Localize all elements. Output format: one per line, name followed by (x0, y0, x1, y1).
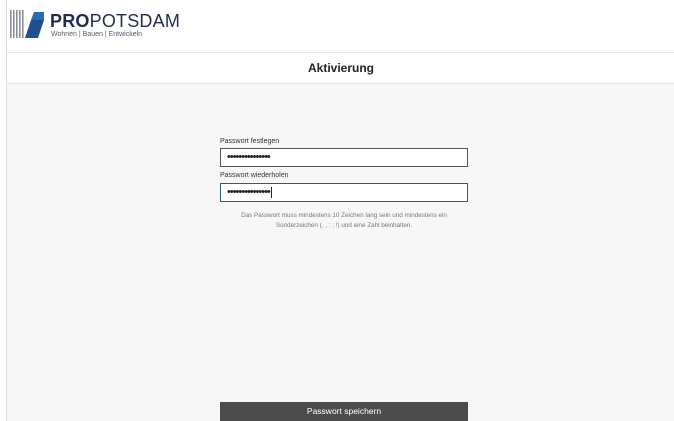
app-frame: PROPOTSDAM Wohnen | Bauen | Entwickeln A… (6, 0, 674, 421)
password-input[interactable]: ••••••••••••••• (220, 148, 468, 167)
propotsdam-logo-icon (10, 10, 44, 38)
brand-wordmark: PROPOTSDAM (50, 11, 180, 32)
password-value: ••••••••••••••• (227, 151, 271, 163)
save-password-button[interactable]: Passwort speichern (220, 402, 468, 421)
password-repeat-value: ••••••••••••••• (227, 186, 271, 198)
site-header: PROPOTSDAM Wohnen | Bauen | Entwickeln (7, 0, 674, 53)
password-repeat-label: Passwort wiederholen (220, 172, 289, 179)
password-label: Passwort festlegen (220, 138, 280, 145)
title-bar: Aktivierung (7, 53, 674, 84)
text-caret (270, 186, 272, 198)
brand-rest: POTSDAM (89, 11, 181, 31)
brand-bold: PRO (50, 11, 90, 31)
brand-tagline: Wohnen | Bauen | Entwickeln (51, 31, 143, 38)
password-hint: Das Passwort muss mindestens 10 Zeichen … (241, 212, 447, 229)
password-repeat-input[interactable]: ••••••••••••••• (220, 183, 468, 202)
page-title: Aktivierung (307, 61, 374, 75)
